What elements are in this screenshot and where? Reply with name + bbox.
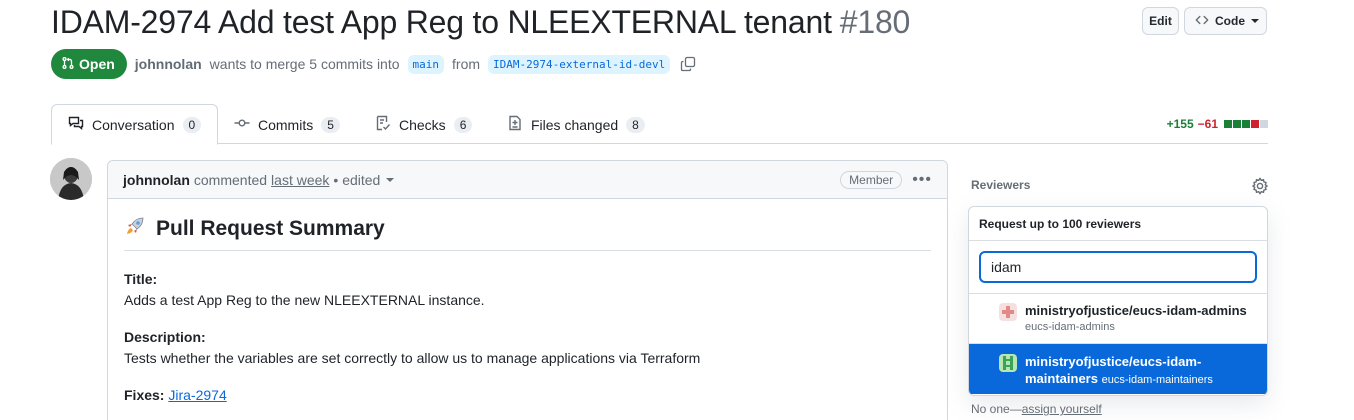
diffstat-block	[1260, 120, 1268, 128]
comment-box: johnnolan commented last week • edited M…	[107, 160, 948, 420]
pr-author-link[interactable]: johnnolan	[135, 56, 202, 72]
no-one-label: No one—	[971, 402, 1022, 416]
comment-action: commented	[193, 171, 268, 188]
tab-checks[interactable]: Checks 6	[359, 104, 488, 145]
reviewers-popover: Request up to 100 reviewers ministryofju…	[968, 206, 1268, 396]
edited-label: • edited	[333, 171, 381, 188]
edit-button[interactable]: Edit	[1142, 7, 1179, 35]
tab-commits[interactable]: Commits 5	[218, 104, 356, 145]
code-button[interactable]: Code	[1184, 7, 1267, 35]
reviewer-option[interactable]: ministryofjustice/eucs-idam-admins eucs-…	[969, 294, 1267, 344]
pr-number: #180	[839, 4, 911, 40]
commit-icon	[234, 115, 250, 134]
pr-title-text: IDAM-2974 Add test App Reg to NLEEXTERNA…	[51, 4, 832, 40]
avatar[interactable]	[50, 158, 92, 200]
file-diff-icon	[507, 115, 523, 134]
reviewer-option-name: ministryofjustice/eucs-idam-	[1025, 354, 1202, 369]
tab-label: Checks	[399, 116, 446, 133]
pr-state-row: Open johnnolan wants to merge 5 commits …	[51, 49, 696, 79]
reviewer-option-slug: eucs-idam-maintainers	[1101, 374, 1213, 386]
tab-counter: 5	[321, 116, 340, 133]
deletions-count: −61	[1197, 117, 1218, 131]
checklist-icon	[375, 115, 391, 134]
chevron-down-icon	[1251, 19, 1259, 23]
tab-label: Commits	[258, 116, 314, 133]
tab-label: Conversation	[92, 116, 175, 133]
merge-text: wants to merge 5 commits into	[209, 56, 400, 72]
reviewer-option-name-cont: maintainers	[1025, 371, 1098, 386]
edit-button-label: Edit	[1149, 14, 1172, 28]
tab-counter: 8	[626, 116, 645, 133]
reviewer-option-slug: eucs-idam-admins	[1025, 321, 1115, 333]
description-section: Description: Tests whether the variables…	[124, 327, 931, 369]
reviewer-option-name: ministryofjustice/eucs-idam-admins	[1025, 303, 1247, 318]
reviewer-option-text: ministryofjustice/eucs-idam- maintainers…	[1025, 353, 1213, 388]
rocket-icon	[124, 215, 146, 243]
status-badge-label: Open	[79, 56, 115, 72]
diffstat-blocks	[1224, 120, 1268, 128]
base-branch[interactable]: main	[407, 54, 445, 74]
code-button-label: Code	[1215, 14, 1245, 28]
comment-author[interactable]: johnnolan	[123, 172, 190, 188]
description-label: Description:	[124, 329, 206, 345]
title-text: Adds a test App Reg to the new NLEEXTERN…	[124, 292, 485, 308]
title-section: Title: Adds a test App Reg to the new NL…	[124, 269, 931, 311]
edited-dropdown[interactable]: • edited	[333, 171, 395, 188]
kebab-horizontal-icon[interactable]: •••	[912, 171, 932, 189]
reviewers-title: Reviewers	[971, 178, 1031, 192]
from-text: from	[452, 56, 481, 72]
head-branch[interactable]: IDAM-2974-external-id-devl	[488, 54, 671, 74]
popover-header: Request up to 100 reviewers	[969, 207, 1267, 241]
diffstat: +155 −61	[1167, 117, 1268, 131]
diffstat-block	[1251, 120, 1259, 128]
pull-request-icon	[61, 56, 75, 73]
additions-count: +155	[1166, 117, 1194, 131]
comment-body: Pull Request Summary Title: Adds a test …	[108, 199, 947, 420]
comment-header: johnnolan commented last week • edited M…	[108, 161, 947, 199]
status-badge: Open	[51, 49, 127, 79]
assign-yourself-link[interactable]: assign yourself	[1022, 402, 1102, 416]
tab-counter: 0	[182, 116, 202, 133]
tab-files-changed[interactable]: Files changed 8	[491, 104, 661, 145]
reviewer-option-selected[interactable]: ministryofjustice/eucs-idam- maintainers…	[969, 344, 1267, 394]
tab-conversation[interactable]: Conversation 0	[51, 104, 218, 145]
fixes-section: Fixes: Jira-2974	[124, 385, 931, 406]
no-reviewers-text: No one—assign yourself	[971, 402, 1102, 416]
tab-label: Files changed	[531, 116, 619, 133]
diffstat-block	[1233, 120, 1241, 128]
team-avatar-icon	[999, 303, 1017, 321]
copy-icon[interactable]	[680, 56, 696, 72]
diffstat-block	[1224, 120, 1232, 128]
member-badge: Member	[840, 170, 903, 189]
comment-heading-text: Pull Request Summary	[156, 217, 385, 240]
pr-title: IDAM-2974 Add test App Reg to NLEEXTERNA…	[51, 4, 910, 41]
comment-discussion-icon	[68, 115, 84, 134]
popover-search	[969, 241, 1267, 294]
fixes-label: Fixes:	[124, 387, 165, 403]
team-avatar-icon	[999, 354, 1017, 372]
fixes-link[interactable]: Jira-2974	[168, 387, 226, 403]
reviewer-option-text: ministryofjustice/eucs-idam-admins eucs-…	[1025, 302, 1247, 335]
tab-counter: 6	[453, 116, 473, 133]
header-actions: Edit Code	[1142, 7, 1267, 35]
diffstat-block	[1242, 120, 1250, 128]
gear-icon[interactable]	[1251, 177, 1269, 200]
comment-time[interactable]: last week	[271, 172, 329, 188]
comment-heading: Pull Request Summary	[124, 215, 931, 251]
reviewer-search-input[interactable]	[979, 251, 1257, 283]
chevron-down-icon	[386, 177, 395, 182]
description-text: Tests whether the variables are set corr…	[124, 350, 701, 366]
title-label: Title:	[124, 271, 158, 287]
code-icon	[1195, 13, 1209, 30]
pr-tabs: Conversation 0 Commits 5 Checks 6 Files …	[51, 104, 1268, 145]
